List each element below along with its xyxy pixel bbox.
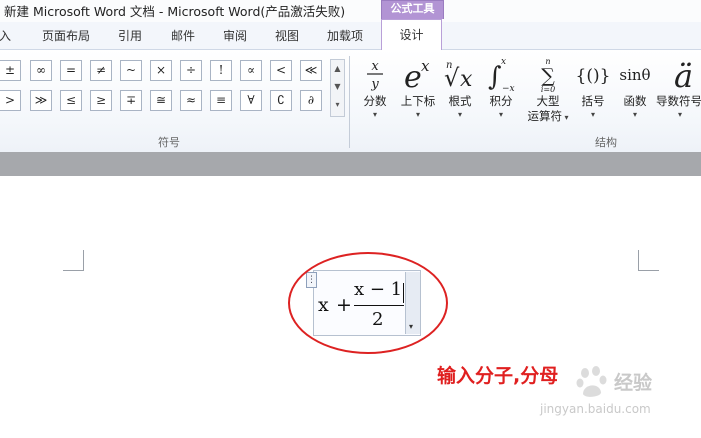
svg-text:x: x — [501, 57, 506, 67]
symbol-for-all[interactable]: ∀ — [240, 90, 262, 111]
bracket-icon: {()} — [576, 54, 610, 94]
structures-group-label: 结构 — [595, 136, 617, 149]
symbol-much-less-than[interactable]: ≪ — [300, 60, 322, 81]
script-icon: ex — [396, 54, 440, 94]
fraction-button[interactable]: xy 分数 ▾ — [360, 54, 390, 121]
margin-corner-right — [638, 250, 659, 271]
chevron-down-icon: ▾ — [590, 110, 595, 119]
title-bar: 新建 Microsoft Word 文档 - Microsoft Word(产品… — [0, 0, 701, 22]
symbol-not-equal[interactable]: ≠ — [90, 60, 112, 81]
svg-text:y: y — [370, 77, 379, 92]
radical-button[interactable]: n √ x 根式 ▾ — [444, 54, 476, 121]
script-button[interactable]: ex 上下标 ▾ — [396, 54, 440, 121]
ribbon-tabs: 入 页面布局 引用 邮件 审阅 视图 加载项 — [0, 22, 701, 50]
chevron-down-icon: ▾ — [372, 110, 377, 119]
svg-text:e: e — [404, 60, 422, 92]
tab-mailings[interactable]: 邮件 — [171, 27, 195, 44]
symbol-congruent[interactable]: ≅ — [150, 90, 172, 111]
fraction-icon: xy — [360, 54, 390, 94]
chevron-down-icon: ▾ — [678, 110, 683, 119]
symbol-greater-equal[interactable]: ≥ — [90, 90, 112, 111]
tab-design[interactable]: 设计 — [381, 19, 442, 50]
highlight-oval — [288, 252, 448, 354]
symbol-complement[interactable]: ∁ — [270, 90, 292, 111]
symbol-divide[interactable]: ÷ — [180, 60, 202, 81]
watermark-url: jingyan.baidu.com — [540, 402, 651, 416]
large-operator-button[interactable]: n ∑ i=0 大型 运算符 ▾ — [524, 54, 572, 124]
symbol-identical[interactable]: ≡ — [210, 90, 232, 111]
radical-icon: n √ x — [444, 54, 476, 94]
svg-text:−x: −x — [502, 84, 515, 93]
group-divider — [349, 56, 350, 148]
chevron-down-icon: ▾ — [415, 110, 420, 119]
symbol-factorial[interactable]: ! — [210, 60, 232, 81]
svg-text:x: x — [421, 57, 430, 75]
tab-page-layout[interactable]: 页面布局 — [42, 27, 90, 44]
scroll-down-icon[interactable]: ▼ — [331, 78, 344, 96]
svg-text:ä: ä — [674, 57, 693, 93]
symbol-equals[interactable]: = — [60, 60, 82, 81]
symbol-times[interactable]: × — [150, 60, 172, 81]
symbol-approx[interactable]: ≈ — [180, 90, 202, 111]
baidu-paw-icon — [576, 366, 607, 397]
symbol-less-equal[interactable]: ≤ — [60, 90, 82, 111]
large-operator-icon: n ∑ i=0 — [524, 54, 572, 94]
function-icon: sinθ — [616, 54, 654, 94]
tab-view[interactable]: 视图 — [275, 27, 299, 44]
svg-text:x: x — [371, 59, 379, 74]
chevron-down-icon: ▾ — [632, 110, 637, 119]
svg-text:∑: ∑ — [541, 65, 555, 87]
svg-text:i=0: i=0 — [541, 85, 555, 93]
accent-icon: ä — [656, 54, 701, 94]
scroll-up-icon[interactable]: ▲ — [331, 60, 344, 78]
integral-icon: x ∫ −x — [484, 54, 518, 94]
equation-tools-context-tab: 公式工具 — [381, 0, 444, 19]
margin-corner-left — [63, 250, 84, 271]
svg-text:{()}: {()} — [576, 66, 610, 86]
symbols-group-label: 符号 — [158, 136, 180, 149]
ruler-band — [0, 152, 701, 176]
symbol-partial[interactable]: ∂ — [300, 90, 322, 111]
symbol-greater-than[interactable]: > — [0, 90, 21, 111]
annotation-text: 输入分子,分母 — [437, 365, 559, 387]
more-icon[interactable]: ▾ — [331, 96, 344, 114]
function-button[interactable]: sinθ 函数 ▾ — [616, 54, 654, 121]
chevron-down-icon: ▾ — [561, 113, 569, 122]
symbol-tilde[interactable]: ~ — [120, 60, 142, 81]
symbol-less-than[interactable]: < — [270, 60, 292, 81]
tab-insert[interactable]: 入 — [0, 27, 11, 44]
symbols-gallery-scroll[interactable]: ▲ ▼ ▾ — [330, 59, 345, 117]
accent-button[interactable]: ä 导数符号 ▾ — [656, 54, 701, 121]
symbol-infinity[interactable]: ∞ — [30, 60, 52, 81]
tab-addins[interactable]: 加载项 — [327, 27, 363, 44]
chevron-down-icon: ▾ — [457, 110, 462, 119]
svg-text:∫: ∫ — [488, 62, 502, 92]
symbol-much-greater-than[interactable]: ≫ — [30, 90, 52, 111]
chevron-down-icon: ▾ — [498, 110, 503, 119]
integral-button[interactable]: x ∫ −x 积分 ▾ — [484, 54, 518, 121]
symbol-minus-plus[interactable]: ∓ — [120, 90, 142, 111]
svg-text:x: x — [460, 67, 473, 92]
watermark-text: 经验 — [614, 372, 653, 394]
svg-text:sinθ: sinθ — [619, 66, 650, 84]
svg-text:√: √ — [444, 64, 460, 92]
window-title: 新建 Microsoft Word 文档 - Microsoft Word(产品… — [4, 4, 346, 19]
tab-references[interactable]: 引用 — [118, 27, 142, 44]
symbol-plus-minus[interactable]: ± — [0, 60, 21, 81]
symbol-proportional[interactable]: ∝ — [240, 60, 262, 81]
tab-review[interactable]: 审阅 — [223, 27, 247, 44]
bracket-button[interactable]: {()} 括号 ▾ — [576, 54, 610, 121]
